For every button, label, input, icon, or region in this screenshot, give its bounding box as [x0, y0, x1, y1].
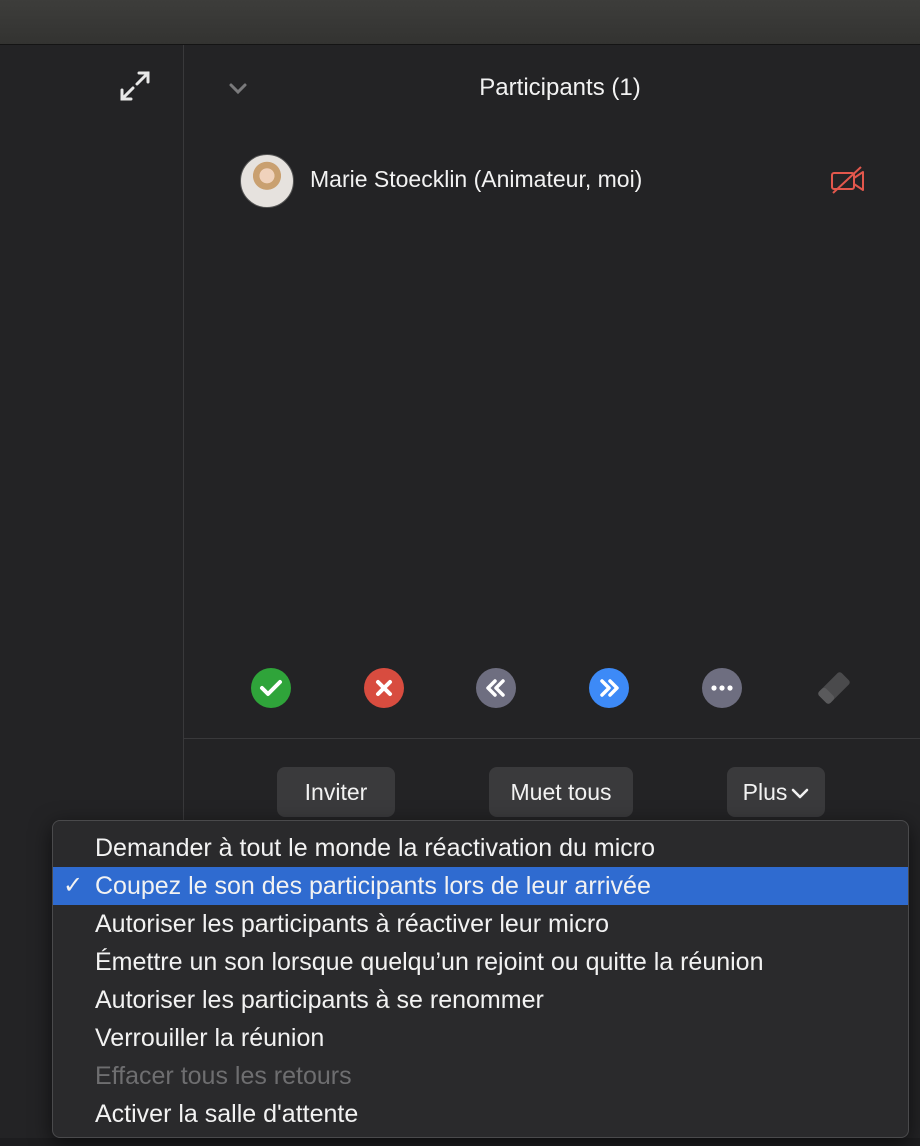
more-button[interactable]: Plus [727, 767, 825, 817]
video-off-icon [830, 166, 866, 194]
menu-item-lock-meeting[interactable]: Verrouiller la réunion [53, 1019, 908, 1057]
clear-all-icon[interactable] [814, 668, 854, 708]
menu-item-clear-feedback: Effacer tous les retours [53, 1057, 908, 1095]
more-button-label: Plus [742, 779, 788, 805]
menu-item-ask-unmute[interactable]: Demander à tout le monde la réactivation… [53, 829, 908, 867]
bottom-toolbar-edge [0, 1138, 920, 1146]
more-icon[interactable] [702, 668, 742, 708]
participant-row[interactable]: Marie Stoecklin (Animateur, moi) [238, 152, 878, 208]
menu-item-play-sound[interactable]: Émettre un son lorsque quelqu’un rejoint… [53, 943, 908, 981]
window-titlebar [0, 0, 920, 45]
chevron-down-icon [791, 767, 809, 817]
menu-item-label: Autoriser les participants à réactiver l… [95, 910, 610, 938]
menu-item-label: Autoriser les participants à se renommer [95, 986, 544, 1014]
mute-all-button[interactable]: Muet tous [489, 767, 633, 817]
menu-item-label: Demander à tout le monde la réactivation… [95, 834, 656, 862]
no-icon[interactable] [364, 668, 404, 708]
avatar [240, 154, 294, 208]
menu-item-allow-unmute[interactable]: Autoriser les participants à réactiver l… [53, 905, 908, 943]
menu-item-label: Verrouiller la réunion [95, 1024, 325, 1052]
invite-button[interactable]: Inviter [277, 767, 395, 817]
menu-item-label: Activer la salle d'attente [95, 1100, 359, 1128]
checkmark-icon: ✓ [63, 872, 84, 899]
faster-icon[interactable] [589, 668, 629, 708]
menu-item-label: Émettre un son lorsque quelqu’un rejoint… [95, 948, 764, 976]
yes-icon[interactable] [251, 668, 291, 708]
menu-item-allow-rename[interactable]: Autoriser les participants à se renommer [53, 981, 908, 1019]
more-options-menu: Demander à tout le monde la réactivation… [52, 820, 909, 1138]
slower-icon[interactable] [476, 668, 516, 708]
menu-item-waiting-room[interactable]: Activer la salle d'attente [53, 1095, 908, 1133]
participant-name: Marie Stoecklin (Animateur, moi) [310, 166, 643, 192]
menu-item-label: Coupez le son des participants lors de l… [95, 872, 651, 900]
menu-item-label: Effacer tous les retours [95, 1062, 352, 1090]
panel-title: Participants (1) [479, 74, 641, 101]
divider [184, 738, 920, 739]
expand-icon[interactable] [117, 68, 153, 104]
menu-item-mute-on-entry[interactable]: ✓ Coupez le son des participants lors de… [53, 867, 908, 905]
